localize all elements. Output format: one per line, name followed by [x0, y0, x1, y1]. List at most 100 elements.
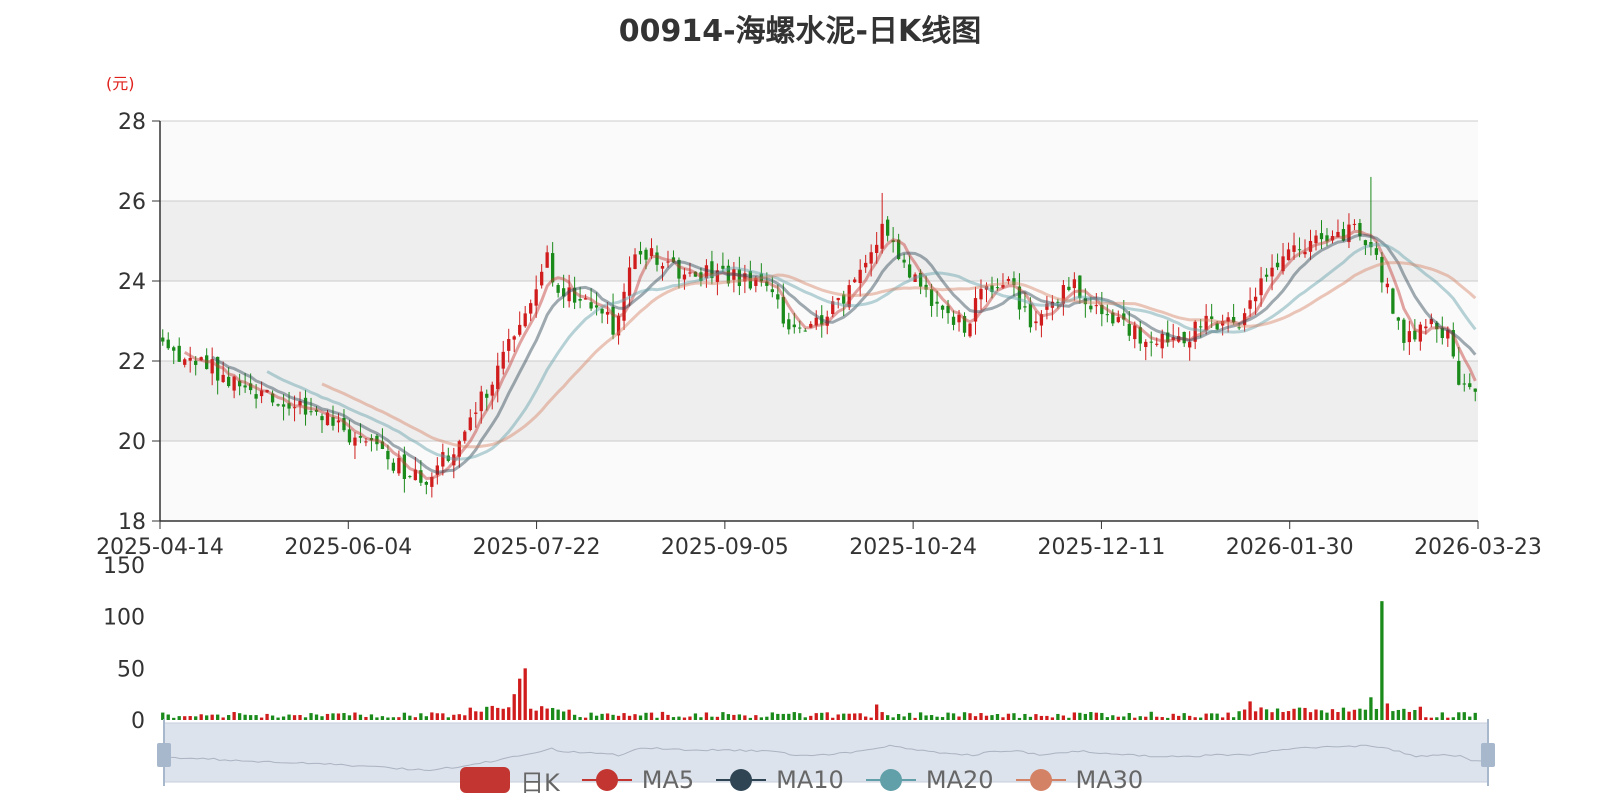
- volume-bar: [957, 716, 961, 720]
- volume-bar: [765, 716, 769, 720]
- volume-bar: [1402, 708, 1406, 720]
- candle-body: [331, 417, 335, 426]
- volume-bar: [194, 716, 198, 720]
- volume-bar: [1374, 708, 1379, 720]
- volume-bar: [1067, 717, 1071, 720]
- volume-bar: [1336, 712, 1340, 720]
- volume-bar: [1133, 717, 1137, 720]
- volume-bar: [501, 708, 505, 720]
- volume-bar: [1440, 712, 1444, 720]
- volume-bar: [918, 712, 923, 720]
- volume-bar: [572, 714, 577, 720]
- volume-bar: [205, 715, 209, 720]
- volume-bar: [490, 705, 494, 720]
- volume-bar: [336, 713, 341, 720]
- volume-bar: [1215, 713, 1219, 720]
- volume-bar: [567, 709, 571, 720]
- candle-body: [1270, 267, 1274, 277]
- candle-body: [1253, 296, 1258, 302]
- legend-item-dayk[interactable]: 日K: [460, 763, 560, 798]
- volume-bar: [726, 714, 731, 720]
- candle-body: [1264, 274, 1269, 277]
- volume-bar: [885, 715, 890, 720]
- volume-bar: [380, 716, 385, 720]
- volume-bar: [1429, 717, 1433, 720]
- candle-body: [968, 323, 972, 337]
- volume-bar: [1012, 713, 1016, 720]
- candle-body: [633, 254, 637, 269]
- volume-bar: [1369, 697, 1373, 720]
- volume-bar: [424, 716, 428, 720]
- volume-bar: [265, 713, 269, 720]
- volume-bar: [1061, 715, 1066, 720]
- volume-bar: [1050, 717, 1055, 720]
- volume-bar: [853, 713, 857, 720]
- volume-bar: [984, 715, 989, 720]
- volume-bar: [1396, 709, 1401, 720]
- volume-bar: [1127, 712, 1131, 720]
- volume-bar: [248, 715, 253, 720]
- volume-bar: [545, 708, 549, 720]
- volume-bar: [1072, 712, 1077, 720]
- volume-bar: [529, 708, 533, 720]
- volume-bar: [446, 717, 450, 720]
- candle-body: [1133, 325, 1137, 340]
- volume-bar: [210, 714, 214, 720]
- volume-bar: [1177, 715, 1181, 720]
- volume-bar: [721, 712, 725, 720]
- volume-bar: [309, 713, 313, 720]
- candle-body: [940, 305, 945, 310]
- zoom-handle-left[interactable]: [157, 743, 171, 767]
- volume-bar: [1363, 709, 1368, 720]
- volume-bar: [177, 716, 181, 720]
- volume-tick-label: 100: [103, 606, 145, 631]
- volume-bar: [287, 714, 291, 720]
- volume-bar: [435, 713, 439, 720]
- legend-ma5-swatch: [581, 767, 632, 793]
- legend-ma30-swatch: [1015, 767, 1066, 793]
- volume-bar: [748, 717, 753, 720]
- legend-item-ma10[interactable]: MA10: [716, 766, 844, 794]
- volume-bar: [973, 716, 978, 720]
- legend-item-ma20[interactable]: MA20: [865, 766, 994, 794]
- volume-bar: [1039, 715, 1044, 720]
- legend-dayk-swatch: [460, 767, 510, 793]
- volume-bar: [325, 713, 330, 720]
- price-tick-label: 22: [118, 350, 146, 375]
- volume-bar: [413, 717, 418, 720]
- candle-body: [479, 391, 483, 412]
- candle-body: [589, 302, 593, 309]
- date-tick-label: 2025-12-11: [1037, 535, 1165, 560]
- volume-bar: [281, 716, 286, 720]
- volume-bar: [1237, 711, 1241, 720]
- legend-item-ma5[interactable]: MA5: [581, 766, 694, 794]
- volume-bar: [1023, 713, 1027, 720]
- candle-body: [1006, 278, 1011, 281]
- volume-bar: [1248, 701, 1252, 720]
- volume-bar: [1171, 713, 1175, 720]
- candle-body: [386, 450, 390, 460]
- volume-bar: [792, 712, 796, 720]
- volume-bar: [496, 707, 500, 720]
- zoom-handle-right[interactable]: [1481, 743, 1495, 767]
- volume-bar: [875, 704, 879, 720]
- candle-body: [1237, 327, 1241, 329]
- legend-item-ma30[interactable]: MA30: [1015, 766, 1143, 794]
- volume-bar: [951, 713, 956, 720]
- volume-bar: [1034, 714, 1038, 720]
- date-tick-label: 2025-09-05: [661, 535, 789, 560]
- candle-body: [1210, 316, 1214, 319]
- volume-bar: [935, 716, 939, 720]
- candle-body: [309, 411, 313, 413]
- date-tick-label: 2025-10-24: [849, 535, 977, 560]
- volume-bar: [534, 710, 538, 720]
- volume-bar: [605, 713, 610, 720]
- date-tick-label: 2026-01-30: [1226, 535, 1354, 560]
- volume-bar: [649, 712, 654, 720]
- candle-body: [1072, 279, 1077, 289]
- volume-bar: [276, 717, 280, 720]
- candle-body: [1188, 341, 1192, 348]
- candle-body: [1374, 248, 1379, 255]
- volume-bar: [962, 712, 967, 720]
- volume-bar: [638, 715, 643, 720]
